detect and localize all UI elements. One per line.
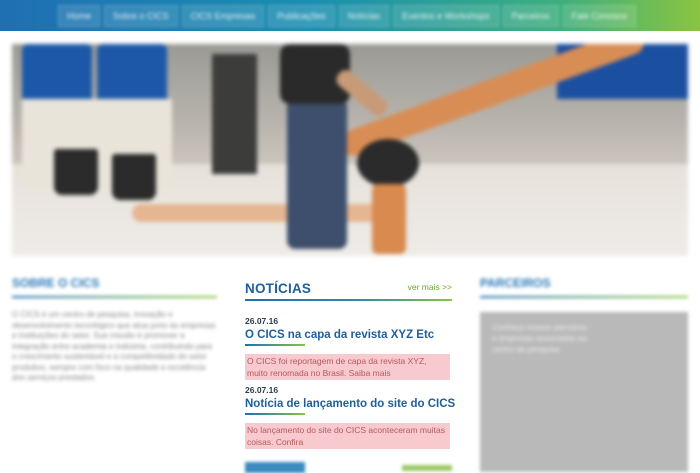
news-item: 26.07.16 O CICS na capa da revista XYZ E… bbox=[245, 316, 452, 380]
partners-text: Conheça nossos parceiros bbox=[492, 323, 587, 332]
nav-item-parceiros[interactable]: Parceiros bbox=[502, 5, 559, 27]
partners-heading: PARCEIROS bbox=[480, 276, 551, 290]
nav-item-eventos[interactable]: Eventos e Workshops bbox=[393, 5, 499, 27]
news-excerpt[interactable]: O CICS foi reportagem de capa da revista… bbox=[245, 354, 450, 380]
hero-barrel bbox=[97, 44, 167, 106]
nav-item-sobre[interactable]: Sobre o CICS bbox=[104, 5, 178, 27]
section-link-chip bbox=[402, 465, 452, 471]
hero-banner-image bbox=[12, 44, 688, 256]
news-title-underline bbox=[245, 413, 305, 415]
hero-pouring-bucket bbox=[357, 139, 419, 187]
news-date: 26.07.16 bbox=[245, 316, 279, 326]
news-header: NOTÍCIAS ver mais >> bbox=[245, 276, 452, 296]
about-section: SOBRE O CICS O CICS é um centro de pesqu… bbox=[12, 276, 217, 473]
news-excerpt[interactable]: No lançamento do site do CICS acontecera… bbox=[245, 423, 450, 449]
news-item: 26.07.16 Notícia de lançamento do site d… bbox=[245, 385, 455, 449]
next-section-teaser bbox=[245, 462, 452, 473]
hero-barrel bbox=[22, 44, 92, 106]
hero-frame bbox=[212, 54, 257, 174]
section-heading-chip bbox=[245, 462, 305, 473]
news-title-link[interactable]: Notícia de lançamento do site do CICS bbox=[245, 398, 455, 410]
partners-panel[interactable]: Conheça nossos parceiros e empresas asso… bbox=[480, 312, 688, 472]
hero-sand-stream bbox=[372, 184, 406, 254]
nav-item-contato[interactable]: Fale Conosco bbox=[562, 5, 637, 27]
nav-item-publicacoes[interactable]: Publicações bbox=[268, 5, 335, 27]
news-date: 26.07.16 bbox=[245, 385, 279, 395]
news-title-underline bbox=[245, 344, 305, 346]
partners-text: e empresas associadas ao bbox=[492, 334, 588, 343]
partners-text: centro de pesquisa bbox=[492, 345, 560, 354]
news-heading: NOTÍCIAS bbox=[245, 281, 312, 296]
see-more-link[interactable]: ver mais >> bbox=[408, 282, 452, 296]
nav-item-home[interactable]: Home bbox=[58, 5, 101, 27]
about-text: O CICS é um centro de pesquisa, inovação… bbox=[12, 310, 216, 382]
hero-person bbox=[287, 99, 347, 249]
news-divider bbox=[245, 299, 452, 301]
partners-divider bbox=[480, 296, 688, 298]
partners-section: PARCEIROS Conheça nossos parceiros e emp… bbox=[480, 276, 688, 473]
about-divider bbox=[12, 296, 217, 298]
news-title-link[interactable]: O CICS na capa da revista XYZ Etc bbox=[245, 329, 452, 341]
nav-item-noticias[interactable]: Notícias bbox=[338, 5, 390, 27]
hero-bucket bbox=[54, 149, 98, 195]
main-menu: Home Sobre o CICS CICS Empresas Publicaç… bbox=[58, 5, 638, 27]
news-section: NOTÍCIAS ver mais >> 26.07.16 O CICS na … bbox=[245, 276, 455, 473]
top-navigation-bar: Home Sobre o CICS CICS Empresas Publicaç… bbox=[0, 0, 700, 31]
nav-item-empresas[interactable]: CICS Empresas bbox=[181, 5, 265, 27]
hero-bucket bbox=[112, 154, 156, 200]
about-heading: SOBRE O CICS bbox=[12, 276, 100, 290]
